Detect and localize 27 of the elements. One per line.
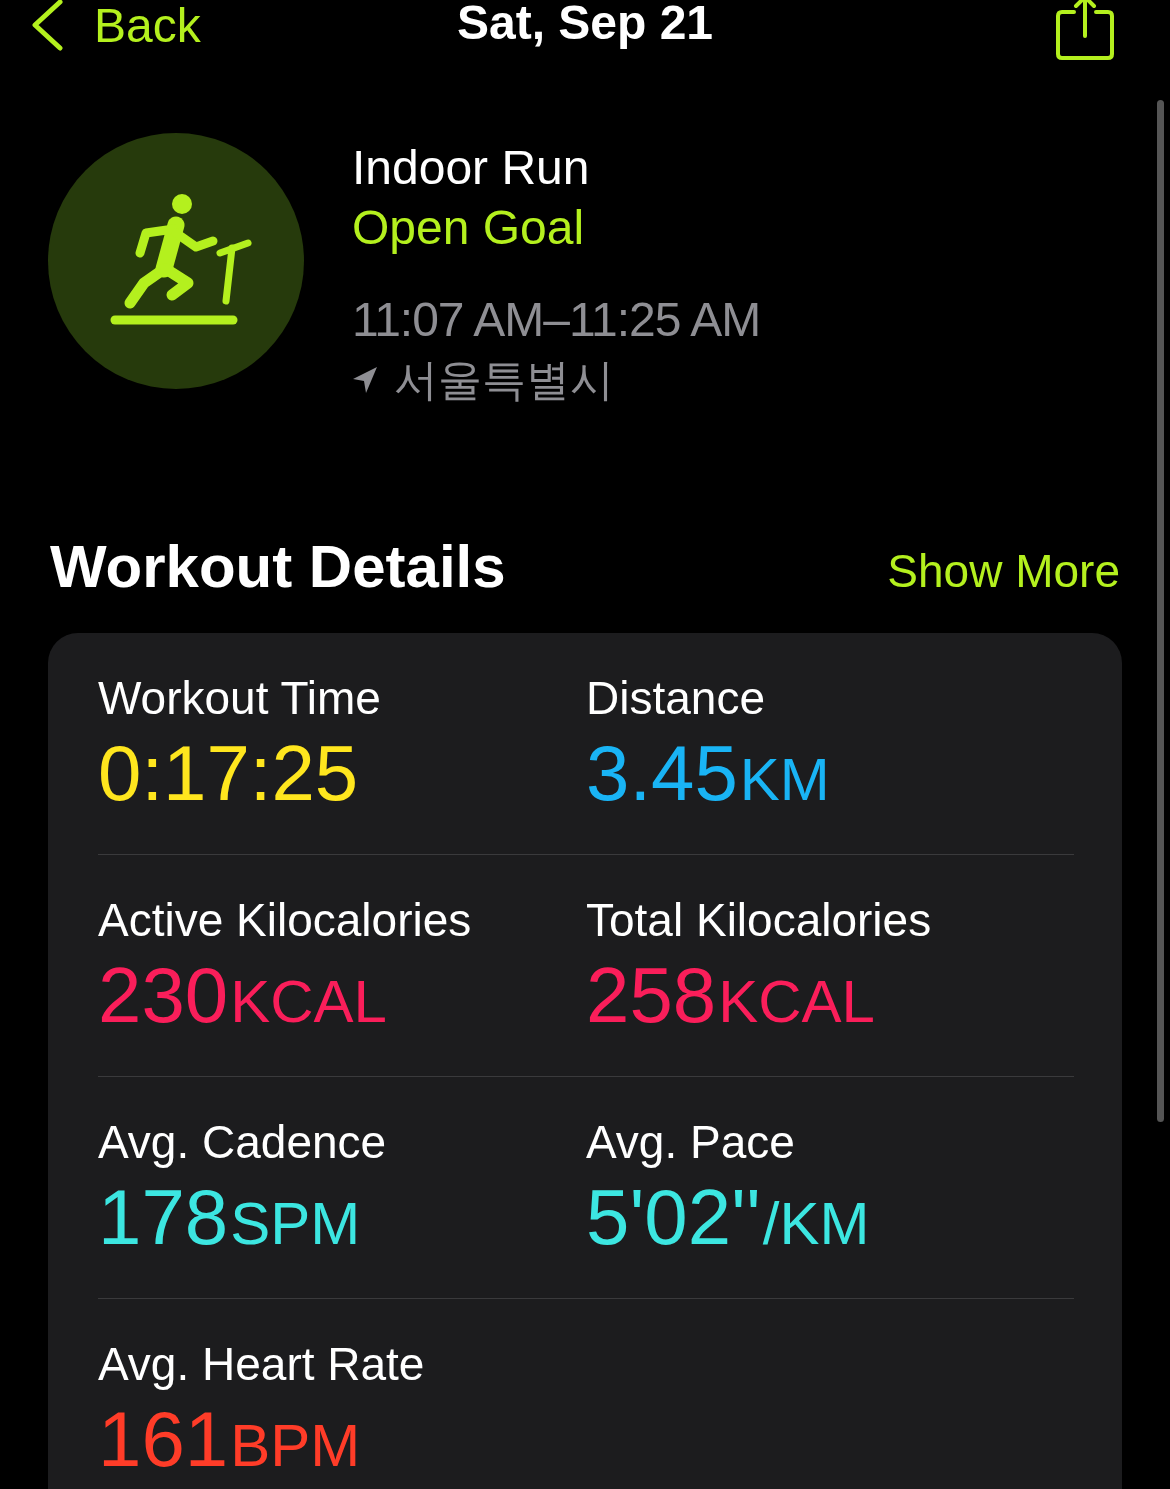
metric-label: Avg. Cadence	[98, 1115, 388, 1169]
workout-goal: Open Goal	[352, 200, 586, 256]
share-icon[interactable]	[1056, 0, 1114, 60]
treadmill-runner-icon	[48, 133, 304, 389]
show-more-link[interactable]: Show More	[887, 544, 1120, 598]
location-arrow-icon	[352, 366, 378, 394]
section-title: Workout Details	[50, 532, 506, 601]
metric-value: 258KCAL	[586, 950, 876, 1041]
back-button[interactable]: Back	[30, 0, 201, 53]
time-range: 11:07 AM–11:25 AM	[352, 292, 761, 348]
metric-label: Distance	[586, 671, 766, 725]
location: 서울특별시	[394, 354, 614, 406]
metric-label: Workout Time	[98, 671, 382, 725]
metric-value: 5'02''/KM	[586, 1172, 871, 1263]
metric-label: Avg. Pace	[586, 1115, 796, 1169]
date-title: Sat, Sep 21	[456, 0, 714, 50]
scrollbar[interactable]	[1157, 100, 1164, 1122]
metric-value: 230KCAL	[98, 950, 388, 1041]
metric-value: 3.45KM	[586, 728, 831, 819]
metric-value: 0:17:25	[98, 728, 360, 819]
workout-name: Indoor Run	[352, 140, 591, 196]
metric-label: Active Kilocalories	[98, 893, 473, 947]
metric-value: 161BPM	[98, 1394, 362, 1485]
chevron-left-icon	[30, 0, 64, 51]
metric-label: Total Kilocalories	[586, 893, 933, 947]
metric-value: 178SPM	[98, 1172, 362, 1263]
metric-label: Avg. Heart Rate	[98, 1337, 426, 1391]
